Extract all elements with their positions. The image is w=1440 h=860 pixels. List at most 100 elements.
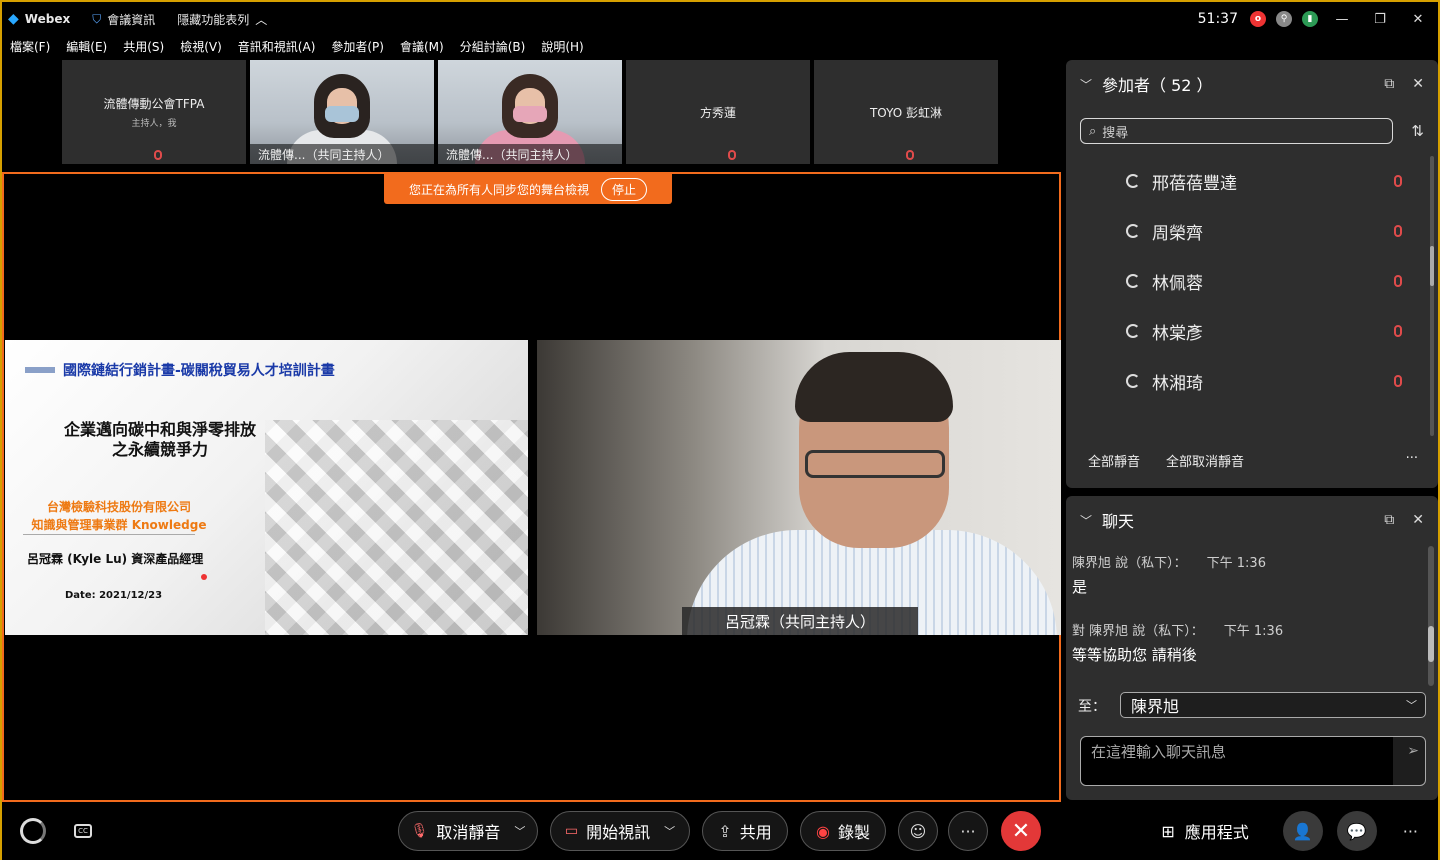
list-item[interactable]: 林棠彥: [1066, 306, 1426, 356]
chat-toggle-button[interactable]: 💬: [1336, 811, 1377, 851]
sync-stage-banner: 您正在為所有人同步您的舞台檢視 停止: [384, 174, 672, 204]
list-item[interactable]: 邢蓓蓓豐達: [1066, 156, 1426, 206]
network-health-icon[interactable]: ▮: [1302, 11, 1318, 27]
more-options-button[interactable]: ···: [1406, 451, 1418, 466]
stop-sync-button[interactable]: 停止: [601, 177, 648, 201]
chat-message-input[interactable]: 在這裡輸入聊天訊息 ➢: [1080, 736, 1426, 786]
headset-icon: [1126, 174, 1140, 188]
chevron-down-icon[interactable]: ﹀: [664, 823, 675, 839]
mic-muted-icon[interactable]: [1394, 175, 1402, 187]
list-item[interactable]: 周榮齊: [1066, 206, 1426, 256]
menu-file[interactable]: 檔案(F): [10, 38, 50, 58]
menu-participants[interactable]: 參加者(P): [331, 38, 384, 58]
reactions-button[interactable]: ☺: [898, 811, 938, 851]
menu-share[interactable]: 共用(S): [123, 38, 164, 58]
participant-caption: 流體傳...（共同主持人）: [438, 144, 622, 164]
mic-muted-icon: [154, 150, 162, 160]
slide-date: Date: 2021/12/23: [65, 590, 163, 601]
menu-meeting[interactable]: 會議(M): [400, 38, 444, 58]
chevron-up-icon: ︿: [255, 12, 268, 27]
recording-status-icon[interactable]: o: [1250, 11, 1266, 27]
chat-header: ﹀ 聊天 ⧉ ✕: [1066, 496, 1438, 544]
key-icon[interactable]: ⚲: [1276, 11, 1292, 27]
webex-window: ◆ Webex ⛉ 會議資訊 隱藏功能表列 ︿ 51:37 o ⚲ ▮ — ❐ …: [0, 0, 1440, 860]
meeting-info-button[interactable]: ⛉ 會議資訊: [92, 11, 155, 28]
close-panel-icon[interactable]: ✕: [1412, 512, 1424, 528]
menu-edit[interactable]: 編輯(E): [66, 38, 107, 58]
popout-icon[interactable]: ⧉: [1384, 512, 1394, 528]
headset-icon: [1126, 274, 1140, 288]
popout-icon[interactable]: ⧉: [1384, 76, 1394, 92]
collapse-chevron-icon[interactable]: ﹀: [1080, 76, 1092, 93]
thumbnail-participant[interactable]: 方秀蓮: [626, 60, 810, 164]
menu-breakout[interactable]: 分組討論(B): [460, 38, 526, 58]
mute-all-button[interactable]: 全部靜音: [1088, 451, 1140, 470]
more-button[interactable]: ···: [948, 811, 988, 851]
share-button[interactable]: ⇪ 共用: [702, 811, 788, 851]
chevron-down-icon: ﹀: [1406, 699, 1417, 712]
hide-menu-button[interactable]: 隱藏功能表列 ︿: [177, 11, 267, 28]
participant-role: 主持人，我: [131, 119, 177, 129]
speaker-glasses: [805, 450, 945, 478]
mic-muted-icon[interactable]: [1394, 375, 1402, 387]
mic-muted-icon[interactable]: [1394, 325, 1402, 337]
thumbnail-cohost-2[interactable]: 流體傳...（共同主持人）: [438, 60, 622, 164]
speaker-hair: [795, 352, 953, 422]
participants-toggle-button[interactable]: 👤: [1282, 811, 1323, 851]
menu-bar: 檔案(F) 編輯(E) 共用(S) 檢視(V) 音訊和視訊(A) 參加者(P) …: [2, 38, 592, 58]
slide-title-line2: 之永續競爭力: [111, 440, 208, 459]
headset-icon: [1126, 224, 1140, 238]
mic-muted-icon[interactable]: [1394, 225, 1402, 237]
restore-button[interactable]: ❐: [1366, 12, 1394, 27]
record-icon: ◉: [816, 821, 830, 841]
meeting-controls: CC 🎙 取消靜音 ﹀ ▭ 開始視訊 ﹀ ⇪ 共用 ◉ 錄製 ☺ ··· ✕ ⊞…: [2, 802, 1438, 860]
close-window-button[interactable]: ✕: [1404, 12, 1432, 27]
shield-icon: ⛉: [92, 11, 102, 26]
unmute-button[interactable]: 🎙 取消靜音 ﹀: [398, 811, 538, 851]
mic-muted-icon: [728, 150, 736, 160]
record-button[interactable]: ◉ 錄製: [800, 811, 886, 851]
video-thumbnail-strip: 流體傳動公會TFPA 主持人，我 流體傳...（共同主持人） 流體傳...（共同…: [62, 60, 998, 164]
closed-captions-icon[interactable]: CC: [74, 824, 92, 838]
speaker-video[interactable]: 呂冠霖（共同主持人）: [537, 340, 1061, 635]
mic-off-icon: 🎙: [410, 823, 429, 839]
start-video-button[interactable]: ▭ 開始視訊 ﹀: [550, 811, 690, 851]
chat-title: 聊天: [1102, 512, 1135, 531]
unmute-all-button[interactable]: 全部取消靜音: [1166, 451, 1244, 470]
leave-meeting-button[interactable]: ✕: [1001, 811, 1041, 851]
mic-muted-icon[interactable]: [1394, 275, 1402, 287]
chat-to-label: 至：: [1078, 699, 1106, 715]
thumbnail-participant[interactable]: TOYO 彭虹淋: [814, 60, 998, 164]
close-panel-icon[interactable]: ✕: [1412, 76, 1424, 92]
participant-video: [314, 74, 370, 138]
minimize-button[interactable]: —: [1328, 12, 1356, 27]
participants-header: ﹀ 參加者（ 52 ） ⧉ ✕: [1066, 60, 1438, 108]
send-icon[interactable]: ➢: [1407, 743, 1419, 759]
share-icon: ⇪: [718, 821, 732, 841]
more-options-icon[interactable]: ···: [1403, 822, 1418, 841]
participant-name: 方秀蓮: [699, 105, 736, 120]
participant-scrollbar[interactable]: [1430, 156, 1434, 436]
title-bar: ◆ Webex ⛉ 會議資訊 隱藏功能表列 ︿ 51:37 o ⚲ ▮ — ❐ …: [2, 2, 1438, 36]
participant-name: TOYO 彭虹淋: [869, 105, 943, 120]
webex-assistant-icon[interactable]: [20, 818, 46, 844]
apps-button[interactable]: ⊞ 應用程式: [1161, 819, 1248, 843]
headset-icon: [1126, 324, 1140, 338]
thumbnail-host[interactable]: 流體傳動公會TFPA 主持人，我: [62, 60, 246, 164]
sort-icon[interactable]: ⇅: [1411, 122, 1424, 140]
participants-panel: ﹀ 參加者（ 52 ） ⧉ ✕ ⌕ 搜尋 ⇅ 邢蓓蓓豐達 周榮齊 林佩蓉 林棠彥…: [1066, 60, 1438, 488]
list-item[interactable]: 林佩蓉: [1066, 256, 1426, 306]
menu-view[interactable]: 檢視(V): [180, 38, 222, 58]
menu-help[interactable]: 說明(H): [541, 38, 583, 58]
list-item[interactable]: 林湘琦: [1066, 356, 1426, 406]
chat-scrollbar[interactable]: [1428, 546, 1434, 686]
chat-recipient-select[interactable]: 陳界旭 ﹀: [1120, 692, 1426, 718]
collapse-chevron-icon[interactable]: ﹀: [1080, 512, 1092, 529]
menu-audio-video[interactable]: 音訊和視訊(A): [238, 38, 316, 58]
participant-search-input[interactable]: ⌕ 搜尋: [1080, 118, 1393, 144]
thumbnail-cohost-1[interactable]: 流體傳...（共同主持人）: [250, 60, 434, 164]
chevron-down-icon[interactable]: ﹀: [514, 823, 525, 839]
chat-bubble-icon: 💬: [1346, 821, 1367, 841]
chat-input-placeholder: 在這裡輸入聊天訊息: [1081, 737, 1393, 785]
laser-pointer-dot: [201, 574, 207, 580]
